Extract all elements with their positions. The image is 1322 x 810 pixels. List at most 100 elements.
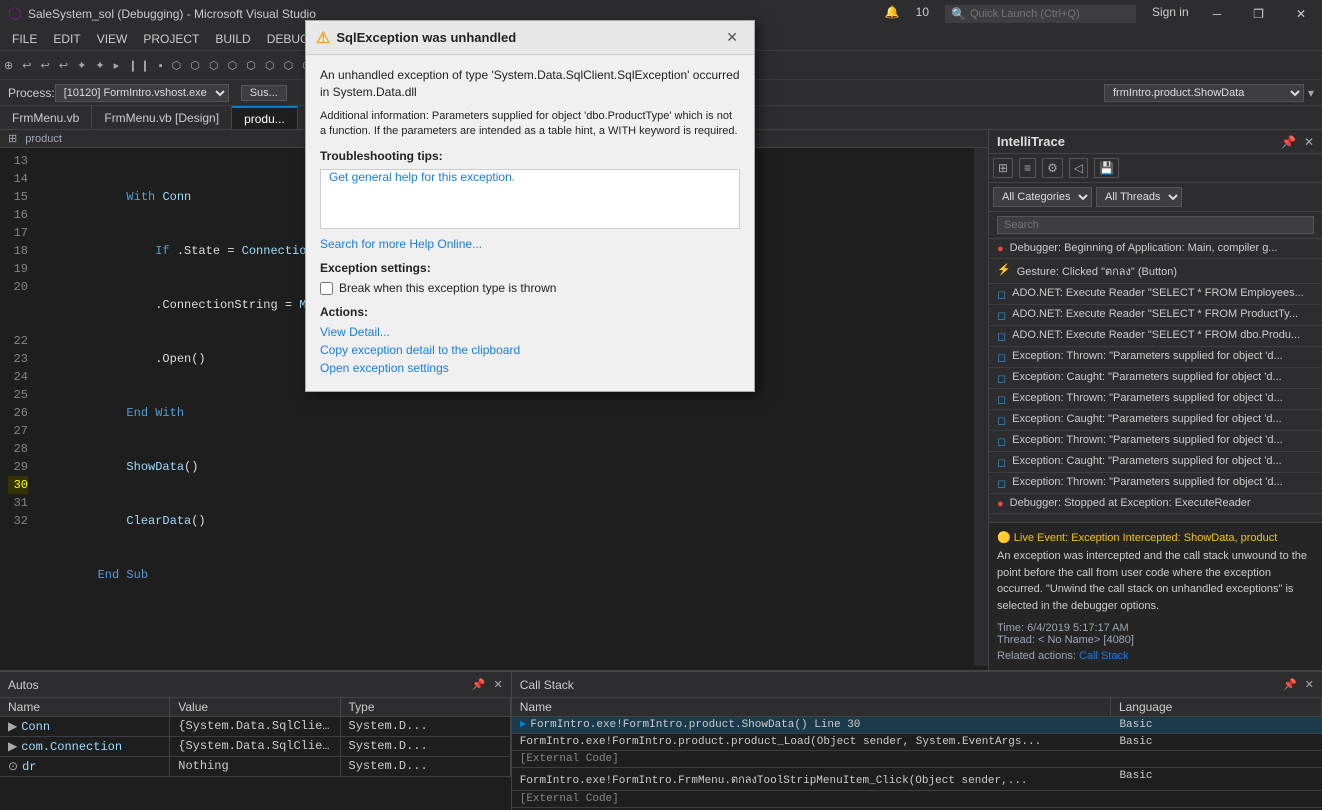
autos-pin-icon[interactable]: 📌 xyxy=(472,678,486,691)
menu-project[interactable]: PROJECT xyxy=(135,30,207,48)
open-settings-link[interactable]: Open exception settings xyxy=(320,361,740,375)
break-on-exception-checkbox[interactable] xyxy=(320,282,333,295)
cs-cell-name: FormIntro.exe!FormIntro.product.product_… xyxy=(512,736,1112,748)
close-button[interactable]: ✕ xyxy=(1288,5,1314,23)
signin-label[interactable]: Sign in xyxy=(1152,5,1189,23)
tab-frmmenu-design[interactable]: FrmMenu.vb [Design] xyxy=(92,106,232,129)
signal-level: 10 xyxy=(916,5,929,23)
it-item-text: Debugger: Stopped at Exception: ExecuteR… xyxy=(1010,497,1314,509)
it-item-text: ADO.NET: Execute Reader "SELECT * FROM E… xyxy=(1012,287,1314,299)
exception-warning-icon: ⚠ xyxy=(316,28,330,48)
it-item-exc-thrown-1[interactable]: ◻ Exception: Thrown: "Parameters supplie… xyxy=(989,347,1322,368)
it-gesture-icon: ⚡ xyxy=(997,263,1011,276)
callstack-title: Call Stack xyxy=(520,678,574,692)
it-item-debugger-stop[interactable]: ● Debugger: Stopped at Exception: Execut… xyxy=(989,494,1322,514)
it-item-text: ADO.NET: Execute Reader "SELECT * FROM P… xyxy=(1012,308,1314,320)
cs-row-frmmenu[interactable]: FormIntro.exe!FormIntro.FrmMenu.ตกลงTool… xyxy=(512,768,1322,791)
category-filter[interactable]: All Categories xyxy=(993,187,1092,207)
tab-frmmenu-vb[interactable]: FrmMenu.vb xyxy=(0,106,92,129)
notification-icon[interactable]: 🔔 xyxy=(885,5,900,23)
cs-cell-lang xyxy=(1111,793,1322,805)
it-toolbar-icon1[interactable]: ⊞ xyxy=(993,158,1013,178)
it-item-text: Exception: Caught: "Parameters supplied … xyxy=(1012,371,1314,383)
autos-table: Name Value Type ▶Conn {System.Data.SqlCl… xyxy=(0,698,511,810)
menu-build[interactable]: BUILD xyxy=(207,30,258,48)
intellitrace-detail: 🟡 Live Event: Exception Intercepted: Sho… xyxy=(989,522,1322,670)
menu-file[interactable]: FILE xyxy=(4,30,45,48)
intellitrace-close-icon[interactable]: ✕ xyxy=(1304,135,1314,149)
it-toolbar-icon2[interactable]: ≡ xyxy=(1019,158,1036,178)
editor-scrollbar[interactable] xyxy=(974,148,988,666)
it-item-adonet-3[interactable]: ◻ ADO.NET: Execute Reader "SELECT * FROM… xyxy=(989,326,1322,347)
exception-close-button[interactable]: ✕ xyxy=(720,27,744,48)
autos-close-icon[interactable]: ✕ xyxy=(494,678,503,691)
tab-product[interactable]: produ... xyxy=(232,106,298,129)
exception-settings-label: Exception settings: xyxy=(320,261,740,275)
it-callstack-link[interactable]: Call Stack xyxy=(1079,650,1129,662)
it-toolbar-icon4[interactable]: ◁ xyxy=(1069,158,1088,178)
it-item-text: Gesture: Clicked "ตกลง" (Button) xyxy=(1017,262,1314,280)
code-line-20: End Sub xyxy=(40,566,970,584)
it-item-exc-caught-2[interactable]: ◻ Exception: Caught: "Parameters supplie… xyxy=(989,410,1322,431)
intellitrace-header: IntelliTrace 📌 ✕ xyxy=(989,130,1322,154)
quick-launch-input[interactable] xyxy=(970,8,1130,20)
it-time-value: 6/4/2019 5:17:17 AM xyxy=(1027,622,1129,634)
it-detail-text: An exception was intercepted and the cal… xyxy=(997,548,1314,614)
autos-cell-type: System.D... xyxy=(341,717,511,736)
autos-cell-value: {System.Data.SqlClient.SqlConnection} xyxy=(170,717,340,736)
maximize-button[interactable]: ❐ xyxy=(1245,5,1272,23)
intellitrace-pin-icon[interactable]: 📌 xyxy=(1281,135,1296,149)
debug-location-select[interactable]: frmIntro.product.ShowData xyxy=(1104,84,1304,102)
it-toolbar-icon5[interactable]: 💾 xyxy=(1094,158,1119,178)
code-line-18: ShowData() xyxy=(40,458,970,476)
it-toolbar-icon3[interactable]: ⚙ xyxy=(1042,158,1063,178)
it-item-exc-thrown-4[interactable]: ◻ Exception: Thrown: "Parameters supplie… xyxy=(989,473,1322,494)
exception-tips-area: Get general help for this exception. xyxy=(320,169,740,229)
autos-col-name: Name xyxy=(0,698,170,716)
it-item-exc-thrown-3[interactable]: ◻ Exception: Thrown: "Parameters supplie… xyxy=(989,431,1322,452)
minimize-button[interactable]: ─ xyxy=(1205,5,1230,23)
cs-row-active[interactable]: ►FormIntro.exe!FormIntro.product.ShowDat… xyxy=(512,717,1322,734)
exception-main-message: An unhandled exception of type 'System.D… xyxy=(320,67,740,101)
autos-cell-value: {System.Data.SqlClient.SqlConnection} xyxy=(170,737,340,756)
it-debugger-stop-icon: ● xyxy=(997,498,1004,510)
it-item-exc-thrown-2[interactable]: ◻ Exception: Thrown: "Parameters supplie… xyxy=(989,389,1322,410)
autos-cell-name: ⊙dr xyxy=(0,757,170,776)
menu-edit[interactable]: EDIT xyxy=(45,30,88,48)
autos-row-conn[interactable]: ▶Conn {System.Data.SqlClient.SqlConnecti… xyxy=(0,717,511,737)
breadcrumb-text: product xyxy=(25,133,62,145)
callstack-list: ►FormIntro.exe!FormIntro.product.ShowDat… xyxy=(512,717,1322,810)
copy-exception-link[interactable]: Copy exception detail to the clipboard xyxy=(320,343,740,357)
it-item-exc-caught-3[interactable]: ◻ Exception: Caught: "Parameters supplie… xyxy=(989,452,1322,473)
breadcrumb-icon: ⊞ xyxy=(8,132,17,145)
autos-row-com-connection[interactable]: ▶com.Connection {System.Data.SqlClient.S… xyxy=(0,737,511,757)
callstack-panel: Call Stack 📌 ✕ Name Language ►FormIntro.… xyxy=(512,672,1322,810)
cs-cell-name: [External Code] xyxy=(512,793,1112,805)
exception-search-online-link[interactable]: Search for more Help Online... xyxy=(320,237,740,251)
process-select[interactable]: [10120] FormIntro.vshost.exe xyxy=(55,84,229,102)
it-item-adonet-2[interactable]: ◻ ADO.NET: Execute Reader "SELECT * FROM… xyxy=(989,305,1322,326)
menu-view[interactable]: VIEW xyxy=(89,30,136,48)
it-item-adonet-1[interactable]: ◻ ADO.NET: Execute Reader "SELECT * FROM… xyxy=(989,284,1322,305)
it-item-debugger-start[interactable]: ● Debugger: Beginning of Application: Ma… xyxy=(989,239,1322,259)
autos-cell-type: System.D... xyxy=(341,737,511,756)
cs-close-icon[interactable]: ✕ xyxy=(1305,678,1314,691)
titlebar-controls: 🔔 10 🔍 Sign in ─ ❐ ✕ xyxy=(885,5,1314,23)
cs-row-external-1[interactable]: [External Code] xyxy=(512,751,1322,768)
cs-pin-icon[interactable]: 📌 xyxy=(1283,678,1297,691)
autos-row-dr[interactable]: ⊙dr Nothing System.D... xyxy=(0,757,511,777)
it-related-actions: Related actions: Call Stack xyxy=(997,650,1314,662)
suspend-button[interactable]: Sus... xyxy=(241,85,287,101)
cs-row-external-2[interactable]: [External Code] xyxy=(512,791,1322,808)
cs-row-product-load[interactable]: FormIntro.exe!FormIntro.product.product_… xyxy=(512,734,1322,751)
it-item-exc-caught-1[interactable]: ◻ Exception: Caught: "Parameters supplie… xyxy=(989,368,1322,389)
autos-col-headers: Name Value Type xyxy=(0,698,511,717)
view-detail-link[interactable]: View Detail... xyxy=(320,325,740,339)
cs-cell-lang: Basic xyxy=(1111,719,1322,731)
threads-filter[interactable]: All Threads xyxy=(1096,187,1182,207)
it-item-gesture[interactable]: ⚡ Gesture: Clicked "ตกลง" (Button) xyxy=(989,259,1322,284)
intellitrace-search-input[interactable] xyxy=(997,216,1314,234)
exception-tip-link[interactable]: Get general help for this exception. xyxy=(321,169,523,190)
autos-cell-name: ▶Conn xyxy=(0,717,170,736)
bottom-panels: Autos 📌 ✕ Name Value Type ▶Conn {System.… xyxy=(0,670,1322,810)
